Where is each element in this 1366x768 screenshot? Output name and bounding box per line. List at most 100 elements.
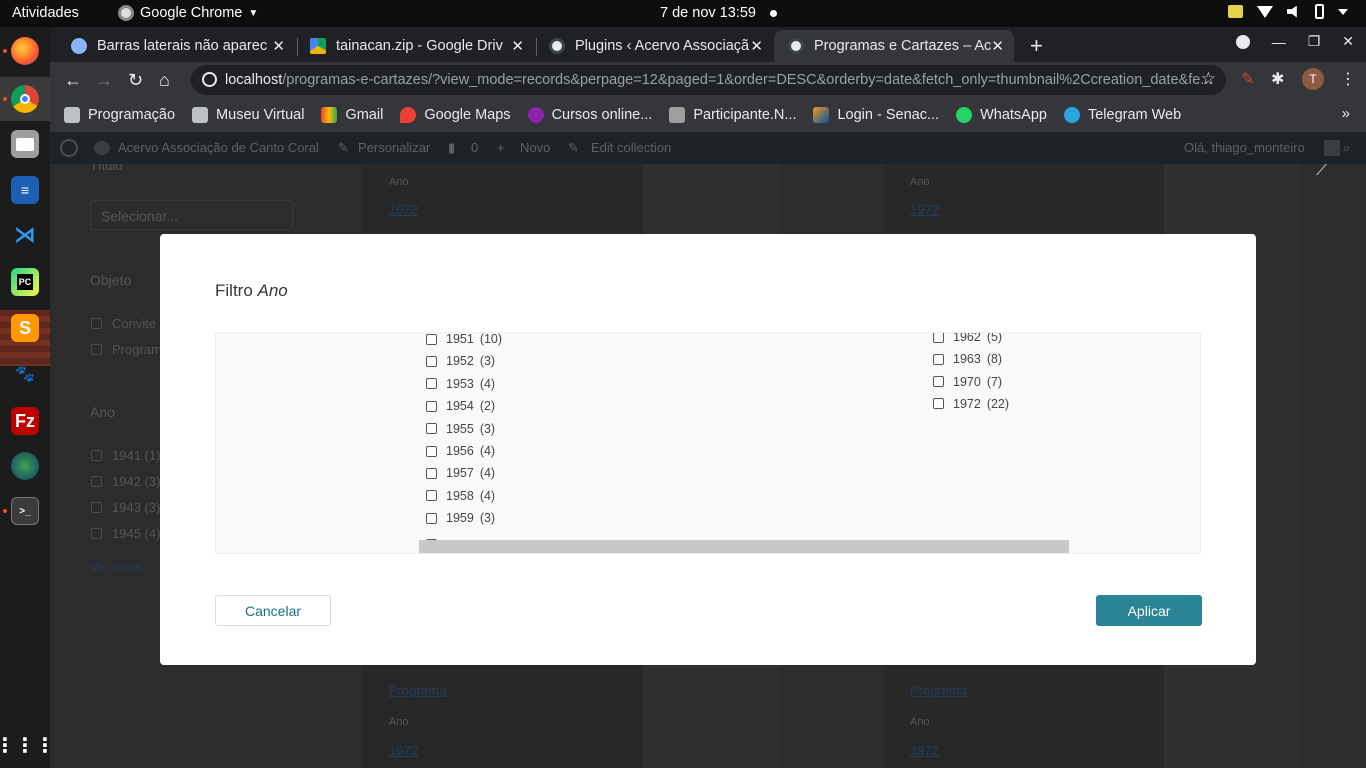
checkbox[interactable] (933, 333, 944, 343)
checkbox[interactable] (91, 450, 102, 461)
card-year-link[interactable]: 1972 (910, 743, 939, 758)
checkbox[interactable] (426, 355, 437, 367)
firefox-icon[interactable] (11, 37, 39, 65)
checkbox[interactable] (933, 353, 944, 365)
site-info-icon[interactable] (202, 72, 217, 87)
checkbox[interactable] (426, 467, 437, 479)
filter-option[interactable]: 1962 (5) (933, 333, 1002, 345)
filter-option[interactable]: 1970 (7) (933, 374, 1002, 390)
avatar[interactable] (1324, 140, 1340, 156)
bookmark-star-icon[interactable]: ☆ (1201, 69, 1216, 89)
pycharm-icon[interactable]: PC (11, 268, 39, 296)
horizontal-scrollbar[interactable] (419, 540, 1069, 553)
home-icon[interactable]: ⌂ (159, 70, 170, 91)
filter-option[interactable]: 1959 (3) (426, 510, 495, 526)
wordpress-icon[interactable] (60, 139, 78, 157)
card-year-link[interactable]: 1972 (389, 202, 418, 217)
filter-option[interactable]: 1958 (4) (426, 488, 495, 504)
wp-new[interactable]: Novo (520, 140, 550, 155)
tab-search-icon[interactable] (1235, 34, 1250, 49)
reload-icon[interactable]: ↻ (128, 70, 143, 91)
apps-grid-icon[interactable]: ⋮⋮⋮ (0, 731, 55, 759)
checkbox[interactable] (426, 512, 437, 524)
tab-tainacan-zip[interactable]: tainacan.zip - Google Driv ✕ (296, 30, 534, 62)
wp-edit-collection[interactable]: Edit collection (591, 140, 671, 155)
filter-option[interactable]: 1957 (4) (426, 465, 495, 481)
checkbox[interactable] (426, 490, 437, 502)
wp-customize[interactable]: Personalizar (358, 140, 430, 155)
filter-objeto-label[interactable]: Objeto (90, 272, 131, 288)
checkbox[interactable] (426, 378, 437, 390)
bookmark-login-senac[interactable]: Login - Senac... (813, 106, 939, 123)
close-icon[interactable]: ✕ (991, 37, 1004, 55)
extension-icon[interactable]: ✎ (1241, 69, 1254, 89)
bookmark-cursos-online[interactable]: Cursos online... (527, 106, 652, 123)
tab-programas-e-cartazes[interactable]: Programas e Cartazes – Ac ✕ (774, 30, 1014, 62)
files-icon[interactable] (11, 130, 39, 158)
checkbox[interactable] (426, 423, 437, 435)
puzzle-icon[interactable]: ✱ (1271, 69, 1284, 89)
card-year-link[interactable]: 1972 (389, 743, 418, 758)
checkbox[interactable] (426, 445, 437, 457)
bookmarks-overflow-button[interactable]: » (1342, 105, 1350, 122)
minimize-icon[interactable]: — (1272, 34, 1286, 50)
checkbox[interactable] (91, 476, 102, 487)
address-bar[interactable]: localhost/programas-e-cartazes/?view_mod… (191, 65, 1226, 95)
filter-option[interactable]: 1963 (8) (933, 351, 1002, 367)
wp-comments-count[interactable]: 0 (471, 140, 478, 155)
checkbox[interactable] (933, 376, 944, 388)
search-icon[interactable]: ⌕ (1343, 140, 1350, 156)
writer-icon[interactable]: ≡ (11, 176, 39, 204)
title-select[interactable]: Selecionar... (90, 200, 293, 230)
wp-greeting[interactable]: Olá, thiago_monteiro (1184, 140, 1305, 155)
card-objeto-link[interactable]: Programa (910, 683, 967, 698)
close-icon[interactable]: ✕ (272, 37, 285, 55)
chrome-icon[interactable] (11, 85, 39, 113)
new-tab-button[interactable]: + (1030, 33, 1043, 59)
filter-ano-label[interactable]: Ano (90, 404, 115, 420)
avatar[interactable]: T (1302, 68, 1324, 90)
back-icon[interactable]: ← (64, 70, 82, 91)
card-objeto-link[interactable]: Programa (389, 683, 446, 698)
filter-option[interactable]: 1954 (2) (426, 398, 495, 414)
checkbox[interactable] (91, 318, 102, 329)
bookmark-museu-virtual[interactable]: Museu Virtual (192, 106, 304, 123)
filter-option[interactable]: 1972 (22) (933, 396, 1009, 412)
view-all-link[interactable]: Ver todos (90, 560, 141, 574)
filezilla-icon[interactable]: Fz (11, 407, 39, 435)
cancel-button[interactable]: Cancelar (215, 595, 331, 626)
filter-option[interactable]: 1955 (3) (426, 421, 495, 437)
tab-barras-laterais[interactable]: Barras laterais não aparec ✕ (57, 30, 295, 62)
filter-option[interactable]: 1953 (4) (426, 376, 495, 392)
apply-button[interactable]: Aplicar (1096, 595, 1202, 626)
tab-plugins[interactable]: Plugins ‹ Acervo Associaçã ✕ (535, 30, 773, 62)
bookmark-telegram[interactable]: Telegram Web (1063, 106, 1181, 123)
clock[interactable]: 7 de nov 13:59 (660, 5, 756, 21)
maximize-icon[interactable]: ❐ (1308, 33, 1321, 50)
vscode-icon[interactable]: ⋊ (11, 221, 39, 249)
checkbox[interactable] (91, 344, 102, 355)
bookmark-whatsapp[interactable]: WhatsApp (956, 106, 1047, 123)
system-tray[interactable] (1228, 4, 1348, 19)
bookmark-programacao[interactable]: Programação (64, 106, 175, 123)
activities-button[interactable]: Atividades (12, 5, 79, 21)
bookmark-gmail[interactable]: Gmail (321, 106, 383, 123)
checkbox[interactable] (426, 333, 437, 345)
close-icon[interactable]: ✕ (750, 37, 763, 55)
gimp-icon[interactable]: 🐾 (11, 360, 39, 388)
close-icon[interactable]: ✕ (511, 37, 524, 55)
sublime-icon[interactable]: S (11, 314, 39, 342)
terminal-icon[interactable]: >_ (11, 497, 39, 525)
card-year-link[interactable]: 1972 (910, 202, 939, 217)
app-menu[interactable]: Google Chrome ▼ (118, 5, 258, 21)
bookmark-google-maps[interactable]: Google Maps (400, 106, 511, 123)
checkbox[interactable] (933, 398, 944, 410)
filter-options-list[interactable]: 1951 (10) 1952 (3) 1953 (4) 1954 (2) 1955 (3) 1956… (215, 332, 1201, 554)
bookmark-participante[interactable]: Participante.N... (669, 106, 796, 123)
globe-icon[interactable] (11, 452, 39, 480)
filter-option[interactable]: 1951 (10) (426, 333, 502, 347)
forward-icon[interactable]: → (95, 70, 113, 91)
filter-option[interactable]: 1956 (4) (426, 443, 495, 459)
checkbox[interactable] (91, 502, 102, 513)
filter-title-label[interactable]: Título (90, 164, 123, 173)
